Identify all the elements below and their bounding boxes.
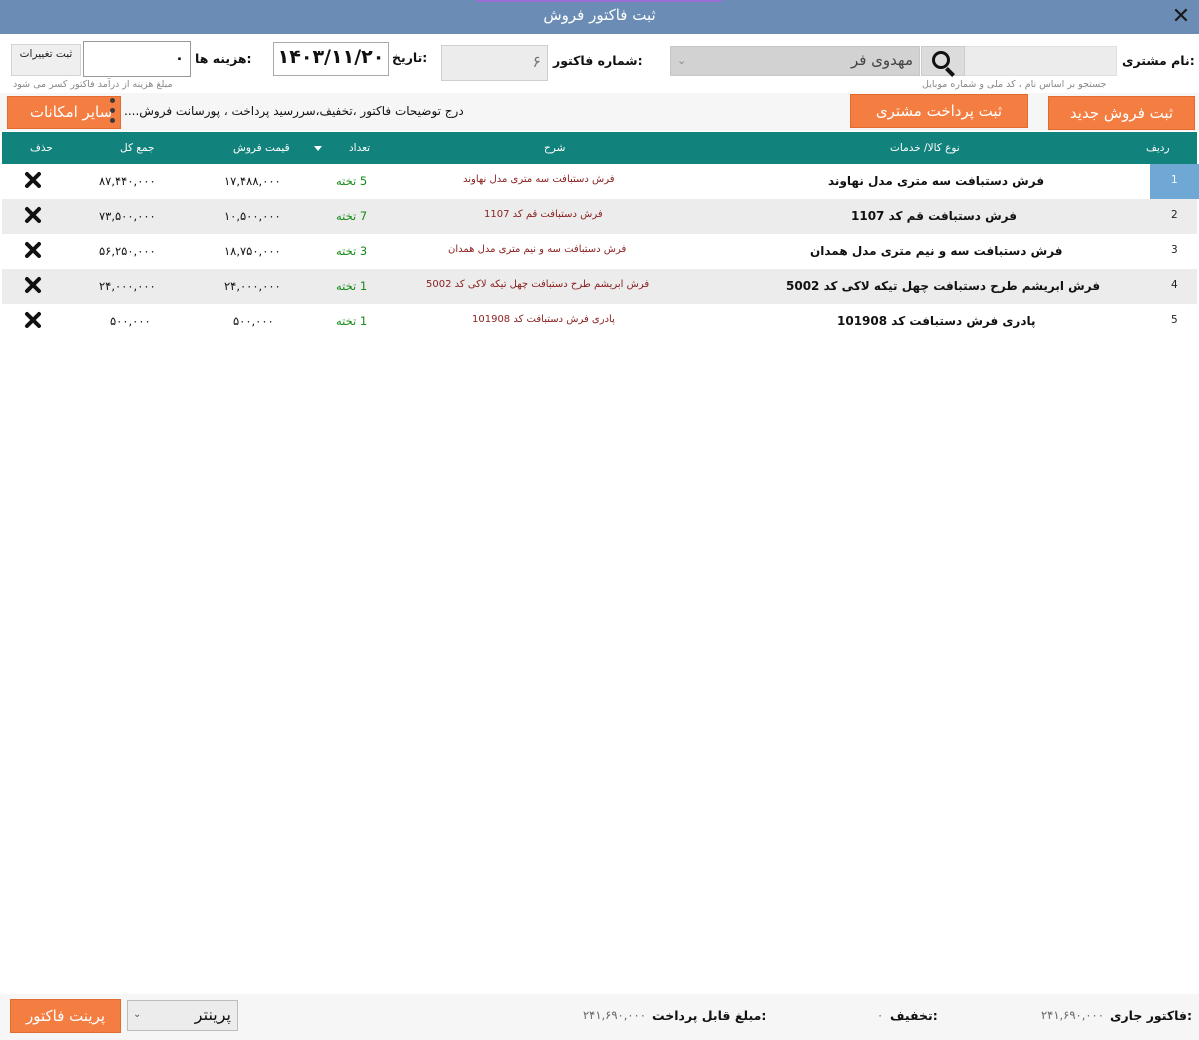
- search-icon-handle: [945, 67, 955, 77]
- row-quantity: 1 تخته: [336, 314, 368, 328]
- row-price: ۱۷,۴۸۸,۰۰۰: [224, 174, 281, 188]
- customer-label: نام مشتری:: [1122, 53, 1195, 68]
- delete-icon[interactable]: [24, 311, 42, 329]
- row-quantity: 7 تخته: [336, 209, 368, 223]
- sort-down-icon: [314, 146, 322, 151]
- date-field[interactable]: ۱۴۰۳/۱۱/۲۰: [273, 42, 389, 76]
- cost-value: ۰: [174, 49, 184, 67]
- chevron-down-icon: ⌄: [133, 1009, 142, 1020]
- date-label: تاریخ:: [392, 50, 428, 65]
- row-total: ۲۴,۰۰۰,۰۰۰: [99, 279, 156, 293]
- header-sale-price[interactable]: قیمت فروش: [233, 142, 290, 154]
- row-price: ۱۸,۷۵۰,۰۰۰: [224, 244, 281, 258]
- printer-select[interactable]: ⌄ پرینتر: [127, 1000, 238, 1031]
- row-total: ۵۰۰,۰۰۰: [110, 314, 151, 328]
- invoice-number-field: ۶: [441, 45, 548, 81]
- current-invoice-value: ۲۴۱,۶۹۰,۰۰۰: [1041, 1008, 1104, 1022]
- cost-hint: مبلغ هزینه از درآمد فاکتور کسر می شود: [13, 79, 173, 90]
- printer-selected-value: پرینتر: [194, 1005, 231, 1024]
- customer-select[interactable]: ⌄ مهدوی فر: [670, 46, 920, 76]
- row-item-name: فرش دستبافت قم کد 1107: [851, 209, 1017, 223]
- row-description: پادری فرش دستبافت کد 101908: [472, 314, 615, 325]
- delete-icon[interactable]: [24, 241, 42, 259]
- table-row[interactable]: 4 فرش ابریشم طرح دستبافت چهل تیکه لاکی ک…: [2, 269, 1197, 304]
- title-bar: ثبت فاکتور فروش: [0, 0, 1199, 34]
- header-total[interactable]: جمع کل: [120, 142, 154, 154]
- more-vertical-icon: [110, 98, 116, 126]
- header-delete[interactable]: حذف: [30, 142, 53, 154]
- customer-payment-button[interactable]: ثبت پرداخت مشتری: [850, 94, 1028, 128]
- row-number: 3: [1171, 244, 1178, 256]
- window-title: ثبت فاکتور فروش: [543, 6, 656, 24]
- cost-input[interactable]: ۰: [83, 41, 191, 77]
- row-price: ۲۴,۰۰۰,۰۰۰: [224, 279, 281, 293]
- row-number: 1: [1171, 174, 1178, 186]
- header-row-number[interactable]: ردیف: [1146, 142, 1170, 154]
- customer-search-input[interactable]: [964, 46, 1117, 76]
- close-icon[interactable]: ✕: [1168, 4, 1194, 30]
- row-price: ۱۰,۵۰۰,۰۰۰: [224, 209, 281, 223]
- invoice-number-value: ۶: [532, 52, 541, 71]
- search-button[interactable]: [921, 46, 965, 77]
- chevron-down-icon: ⌄: [677, 54, 687, 67]
- delete-icon[interactable]: [24, 276, 42, 294]
- row-description: فرش ابریشم طرح دستبافت چهل تیکه لاکی کد …: [426, 279, 650, 290]
- table-row[interactable]: 3 فرش دستبافت سه و نیم متری مدل همدان فر…: [2, 234, 1197, 269]
- row-description: فرش دستبافت سه متری مدل نهاوند: [463, 174, 615, 185]
- row-item-name: فرش دستبافت سه و نیم متری مدل همدان: [810, 244, 1063, 258]
- row-price: ۵۰۰,۰۰۰: [233, 314, 274, 328]
- current-invoice-label: فاکتور جاری:: [1110, 1008, 1192, 1023]
- row-total: ۷۳,۵۰۰,۰۰۰: [99, 209, 156, 223]
- row-number: 2: [1171, 209, 1178, 221]
- header-description[interactable]: شرح: [544, 142, 565, 154]
- title-accent: [476, 0, 722, 2]
- discount-label: تخفیف:: [890, 1008, 938, 1023]
- payable-amount-value: ۲۴۱,۶۹۰,۰۰۰: [583, 1008, 646, 1022]
- table-row[interactable]: 2 فرش دستبافت قم کد 1107 فرش دستبافت قم …: [2, 199, 1197, 234]
- table-header: ردیف نوع کالا/ خدمات شرح تعداد قیمت فروش…: [2, 132, 1197, 164]
- row-description: فرش دستبافت سه و نیم متری مدل همدان: [448, 244, 627, 255]
- customer-selected-value: مهدوی فر: [850, 51, 913, 69]
- more-options-button[interactable]: سایر امکانات: [7, 96, 121, 129]
- table-row[interactable]: 5 پادری فرش دستبافت کد 101908 پادری فرش …: [2, 304, 1197, 339]
- discount-value: ۰: [877, 1008, 884, 1022]
- payable-amount-label: مبلغ قابل پرداخت:: [652, 1008, 767, 1023]
- table-row[interactable]: 1 فرش دستبافت سه متری مدل نهاوند فرش دست…: [2, 164, 1199, 199]
- save-changes-button[interactable]: ثبت تغییرات: [11, 44, 81, 76]
- row-item-name: فرش دستبافت سه متری مدل نهاوند: [828, 174, 1045, 188]
- header-quantity[interactable]: تعداد: [349, 142, 370, 154]
- row-total: ۵۶,۲۵۰,۰۰۰: [99, 244, 156, 258]
- invoice-description-input[interactable]: درج توضیحات فاکتور ،تخفیف،سررسید پرداخت …: [124, 104, 464, 118]
- delete-icon[interactable]: [24, 171, 42, 189]
- row-description: فرش دستبافت قم کد 1107: [484, 209, 603, 220]
- row-number: 4: [1171, 279, 1178, 291]
- new-sale-button[interactable]: ثبت فروش جدید: [1048, 96, 1195, 130]
- header-item[interactable]: نوع کالا/ خدمات: [890, 142, 960, 154]
- invoice-number-label: شماره فاکتور:: [553, 53, 643, 68]
- row-number: 5: [1171, 314, 1178, 326]
- row-quantity: 5 تخته: [336, 174, 368, 188]
- more-options-label: سایر امکانات: [29, 103, 113, 121]
- row-total: ۸۷,۴۴۰,۰۰۰: [99, 174, 156, 188]
- row-quantity: 3 تخته: [336, 244, 368, 258]
- delete-icon[interactable]: [24, 206, 42, 224]
- row-item-name: فرش ابریشم طرح دستبافت چهل تیکه لاکی کد …: [786, 279, 1101, 293]
- customer-search-hint: جستجو بر اساس نام ، کد ملی و شماره موبای…: [922, 79, 1107, 90]
- date-value: ۱۴۰۳/۱۱/۲۰: [277, 46, 385, 68]
- row-item-name: پادری فرش دستبافت کد 101908: [837, 314, 1036, 328]
- cost-label: هزینه ها:: [195, 51, 252, 66]
- print-invoice-button[interactable]: پرینت فاکتور: [10, 999, 121, 1033]
- row-quantity: 1 تخته: [336, 279, 368, 293]
